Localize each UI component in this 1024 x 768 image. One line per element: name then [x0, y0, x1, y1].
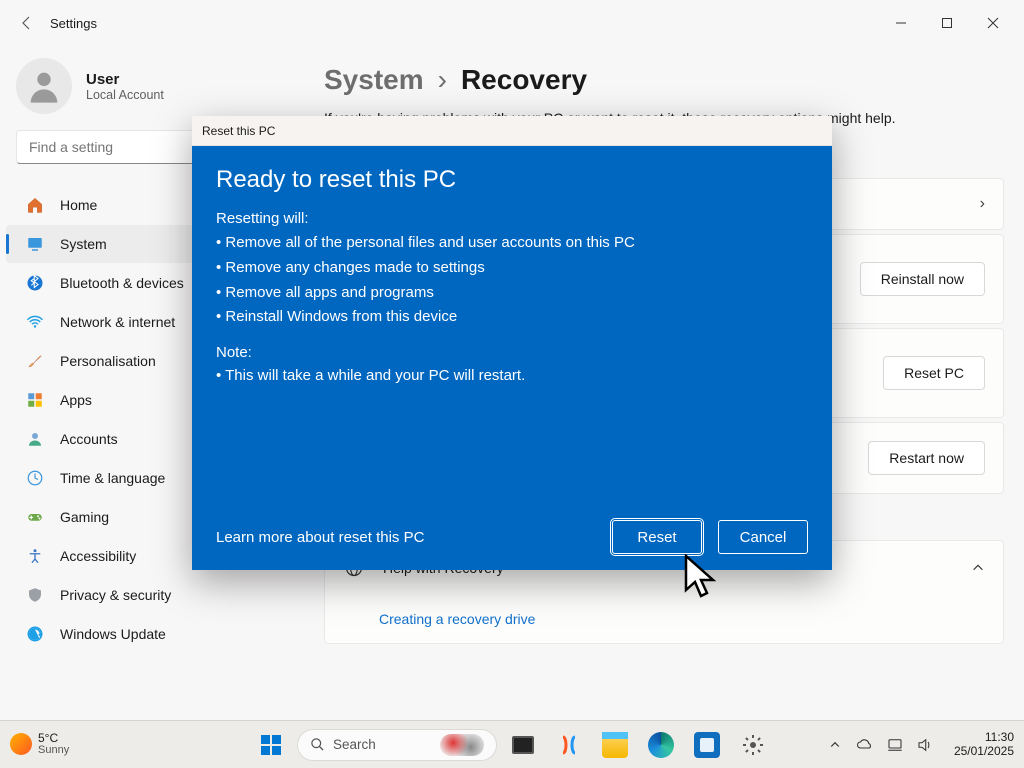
- update-icon: [26, 625, 44, 643]
- person-icon: [26, 430, 44, 448]
- chevron-right-icon: ›: [438, 64, 447, 96]
- note-bullet: • This will take a while and your PC wil…: [216, 364, 808, 389]
- settings-window: Settings User Local Account Home System Bl…: [0, 0, 1024, 720]
- taskbar-search[interactable]: Search: [297, 729, 497, 761]
- gamepad-icon: [26, 508, 44, 526]
- account-name: User: [86, 71, 164, 88]
- search-highlight-icon: [440, 734, 484, 756]
- brush-icon: [26, 352, 44, 370]
- reinstall-now-button[interactable]: Reinstall now: [860, 262, 985, 296]
- weather-icon: [10, 733, 32, 755]
- nav-item-label: Accessibility: [60, 548, 136, 564]
- nav-item-label: Gaming: [60, 509, 109, 525]
- store-button[interactable]: [687, 725, 727, 765]
- window-controls: [878, 7, 1016, 39]
- breadcrumb-current: Recovery: [461, 64, 587, 96]
- settings-app-button[interactable]: [733, 725, 773, 765]
- taskbar-clock[interactable]: 11:30 25/01/2025: [946, 731, 1014, 757]
- search-icon: [310, 737, 325, 752]
- learn-more-link[interactable]: Learn more about reset this PC: [216, 529, 424, 546]
- nav-item-label: Bluetooth & devices: [60, 275, 184, 291]
- nav-item-windows-update[interactable]: Windows Update: [6, 615, 304, 653]
- breadcrumb-parent[interactable]: System: [324, 64, 424, 96]
- resetting-will-label: Resetting will:: [216, 210, 808, 227]
- nav-item-label: Network & internet: [60, 314, 175, 330]
- taskbar: 5°C Sunny Search 11:30 25/01/2025: [0, 720, 1024, 768]
- link-recovery-drive[interactable]: Creating a recovery drive: [325, 595, 555, 643]
- globe-clock-icon: [26, 469, 44, 487]
- taskbar-center: Search: [251, 725, 773, 765]
- nav-item-label: System: [60, 236, 107, 252]
- clock-time: 11:30: [985, 731, 1014, 744]
- titlebar: Settings: [0, 0, 1024, 46]
- apps-icon: [26, 391, 44, 409]
- breadcrumb: System › Recovery: [324, 64, 1004, 96]
- chevron-right-icon: ›: [980, 195, 985, 213]
- nav-item-label: Time & language: [60, 470, 165, 486]
- nav-item-label: Windows Update: [60, 626, 166, 642]
- accessibility-icon: [26, 547, 44, 565]
- taskbar-search-placeholder: Search: [333, 737, 376, 752]
- reset-bullet: • Remove any changes made to settings: [216, 256, 808, 281]
- bluetooth-icon: [26, 274, 44, 292]
- chevron-up-icon: [971, 561, 985, 575]
- start-button[interactable]: [251, 725, 291, 765]
- reset-pc-button[interactable]: Reset PC: [883, 356, 985, 390]
- reset-pc-dialog: Reset this PC Ready to reset this PC Res…: [192, 116, 832, 570]
- home-icon: [26, 196, 44, 214]
- reset-bullet: • Remove all of the personal files and u…: [216, 231, 808, 256]
- weather-condition: Sunny: [38, 745, 69, 757]
- shield-icon: [26, 586, 44, 604]
- close-button[interactable]: [970, 7, 1016, 39]
- tray-overflow-icon[interactable]: [826, 736, 844, 754]
- dialog-body: Ready to reset this PC Resetting will: •…: [192, 146, 832, 570]
- avatar: [16, 58, 72, 114]
- dialog-title: Reset this PC: [192, 116, 832, 146]
- reset-bullet: • Remove all apps and programs: [216, 281, 808, 306]
- note-label: Note:: [216, 344, 808, 361]
- network-icon[interactable]: [886, 736, 904, 754]
- account-type: Local Account: [86, 88, 164, 102]
- nav-item-label: Personalisation: [60, 353, 156, 369]
- volume-icon[interactable]: [916, 736, 934, 754]
- nav-item-label: Accounts: [60, 431, 118, 447]
- nav-item-label: Privacy & security: [60, 587, 171, 603]
- explorer-button[interactable]: [595, 725, 635, 765]
- system-icon: [26, 235, 44, 253]
- back-button[interactable]: [8, 4, 46, 42]
- restart-now-button[interactable]: Restart now: [868, 441, 985, 475]
- window-title: Settings: [50, 16, 97, 31]
- task-view-button[interactable]: [503, 725, 543, 765]
- nav-item-label: Apps: [60, 392, 92, 408]
- reset-button[interactable]: Reset: [612, 520, 702, 554]
- copilot-button[interactable]: [549, 725, 589, 765]
- note-bullet-list: • This will take a while and your PC wil…: [216, 364, 808, 389]
- taskbar-tray: 11:30 25/01/2025: [826, 731, 1024, 757]
- nav-item-privacy-security[interactable]: Privacy & security: [6, 576, 304, 614]
- maximize-button[interactable]: [924, 7, 970, 39]
- minimize-button[interactable]: [878, 7, 924, 39]
- cancel-button[interactable]: Cancel: [718, 520, 808, 554]
- help-links: Creating a recovery drive: [324, 595, 1004, 644]
- taskbar-weather[interactable]: 5°C Sunny: [0, 732, 79, 756]
- dialog-heading: Ready to reset this PC: [216, 166, 808, 194]
- clock-date: 25/01/2025: [954, 745, 1014, 758]
- nav-item-label: Home: [60, 197, 97, 213]
- edge-button[interactable]: [641, 725, 681, 765]
- onedrive-icon[interactable]: [856, 736, 874, 754]
- wifi-icon: [26, 313, 44, 331]
- reset-bullet: • Reinstall Windows from this device: [216, 305, 808, 330]
- reset-bullet-list: • Remove all of the personal files and u…: [216, 231, 808, 330]
